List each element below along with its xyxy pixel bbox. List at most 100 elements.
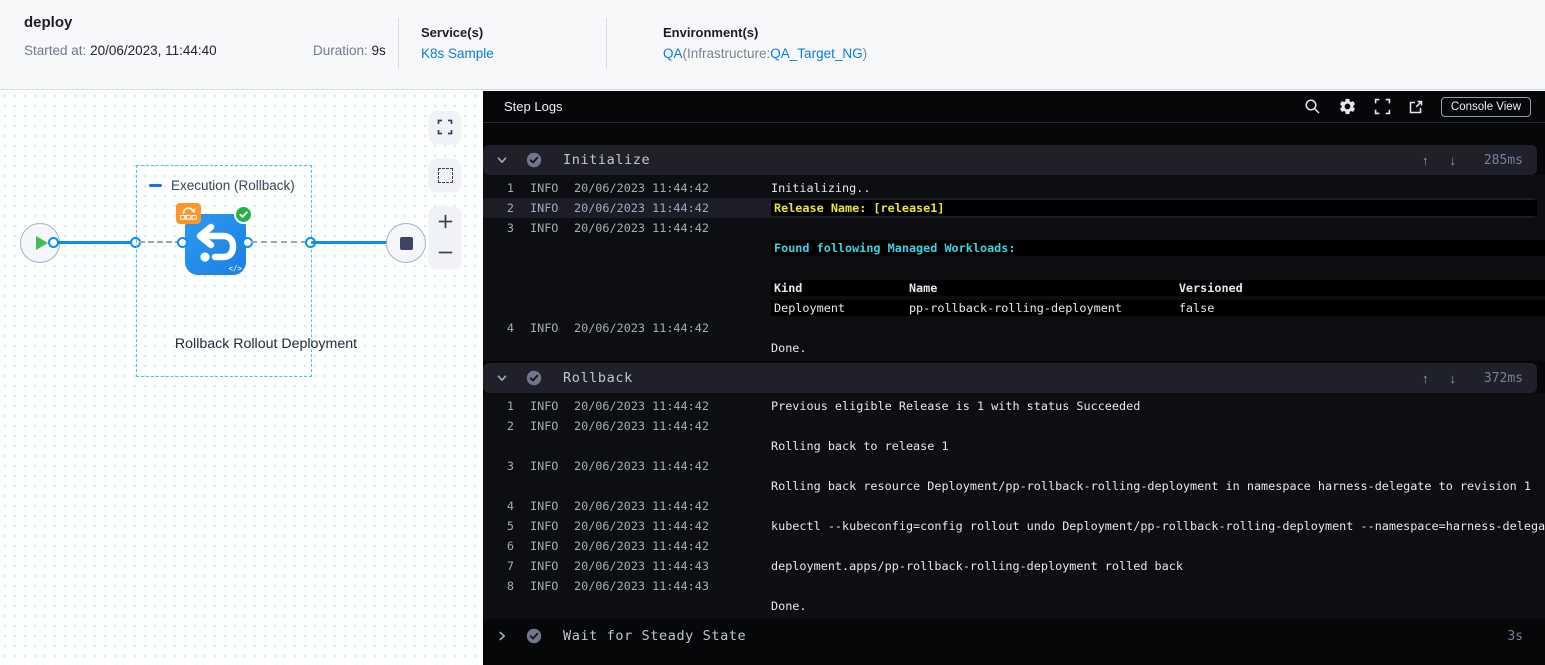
environment-link[interactable]: QA(Infrastructure:QA_Target_NG) — [663, 46, 867, 61]
log-timestamp: 20/06/2023 11:44:42 — [574, 459, 709, 473]
log-level: INFO — [530, 579, 559, 593]
marquee-select-button[interactable] — [429, 159, 461, 191]
log-settings-gear-icon[interactable] — [1338, 97, 1357, 116]
log-level: INFO — [530, 321, 559, 335]
plus-icon — [438, 214, 452, 229]
log-row: 5 INFO 20/06/2023 11:44:42 kubectl --kubeco… — [483, 516, 1545, 536]
expand-logs-icon[interactable] — [1374, 98, 1391, 115]
zoom-out-button[interactable] — [429, 238, 461, 268]
line-number: 4 — [506, 321, 514, 335]
line-number: 2 — [506, 419, 514, 433]
check-circle-icon — [526, 152, 542, 168]
section-title: Wait for Steady State — [563, 628, 747, 644]
log-level: INFO — [530, 539, 559, 553]
open-in-new-tab-icon[interactable] — [1408, 99, 1424, 115]
check-circle-icon — [526, 370, 542, 386]
log-row: 7 INFO 20/06/2023 11:44:43 deployment.apps/… — [483, 556, 1545, 576]
log-row: 4 INFO 20/06/2023 11:44:42 — [483, 496, 1545, 516]
scroll-to-top-icon[interactable]: ↑ — [1422, 371, 1429, 386]
log-level: INFO — [530, 519, 559, 533]
log-row: 2 INFO 20/06/2023 11:44:42 — [483, 416, 1545, 436]
log-timestamp: 20/06/2023 11:44:42 — [574, 399, 709, 413]
section-log-rows: 1 INFO 20/06/2023 11:44:42 Previous eligibl… — [483, 393, 1545, 619]
section-log-rows: 1 INFO 20/06/2023 11:44:42 Initializing.. 2 I… — [483, 175, 1545, 361]
log-timestamp: 20/06/2023 11:44:42 — [574, 321, 709, 335]
edge-end — [311, 241, 388, 244]
log-message: Initializing.. — [771, 181, 871, 195]
log-message: Rolling back resource Deployment/pp-roll… — [771, 479, 1531, 493]
log-message: Found following Managed Workloads: — [771, 240, 1545, 256]
execution-header: deploy Started at: 20/06/2023, 11:44:40 … — [0, 0, 1545, 90]
log-row — [483, 258, 1545, 278]
log-sections: Initialize ↑ ↓ 285ms 1 INFO 20/06/2023 11:44:4… — [483, 123, 1545, 664]
console-view-button[interactable]: Console View — [1440, 96, 1531, 117]
line-number: 3 — [506, 221, 514, 235]
link-point — [48, 237, 59, 248]
log-level: INFO — [530, 459, 559, 473]
log-timestamp: 20/06/2023 11:44:42 — [574, 201, 709, 215]
zoom-controls — [429, 206, 461, 268]
line-number: 1 — [506, 181, 514, 195]
log-level: INFO — [530, 499, 559, 513]
edge-dashed — [139, 241, 181, 243]
log-message: kubectl --kubeconfig=config rollout undo… — [771, 519, 1545, 533]
log-timestamp: 20/06/2023 11:44:42 — [574, 499, 709, 513]
services-block: Service(s) K8s Sample — [421, 25, 494, 61]
stage-execution-rollback[interactable]: Execution (Rollback) </> Rollback Rollou… — [136, 165, 357, 377]
log-row: 3 INFO 20/06/2023 11:44:42 — [483, 456, 1545, 476]
log-section: Rollback ↑ ↓ 372ms 1 INFO 20/06/2023 11:44:42 P… — [483, 363, 1545, 619]
log-level: INFO — [530, 221, 559, 235]
minus-icon — [438, 251, 452, 254]
marquee-icon — [437, 167, 453, 183]
section-title: Initialize — [563, 152, 651, 168]
log-row: 3 INFO 20/06/2023 11:44:42 — [483, 218, 1545, 238]
step-logs-title: Step Logs — [504, 99, 563, 114]
log-timestamp: 20/06/2023 11:44:43 — [574, 579, 709, 593]
pipeline-name: deploy — [24, 14, 73, 31]
step-logs-panel: Step Logs Console View Initialize ↑ ↓ 285ms… — [483, 91, 1545, 665]
log-message: Deployment pp-rollback-rolling-deploymen… — [771, 300, 1545, 316]
log-message: deployment.apps/pp-rollback-rolling-depl… — [771, 559, 1183, 573]
environments-block: Environment(s) QA(Infrastructure:QA_Targ… — [663, 25, 867, 61]
log-level: INFO — [530, 419, 559, 433]
started-at: Started at: 20/06/2023, 11:44:40 — [24, 43, 217, 58]
log-message: Kind Name Versioned — [771, 280, 1545, 296]
chevron-right-icon[interactable] — [495, 629, 509, 643]
line-number: 1 — [506, 399, 514, 413]
line-number: 3 — [506, 459, 514, 473]
chevron-down-icon[interactable] — [495, 371, 509, 385]
line-number: 8 — [506, 579, 514, 593]
header-divider — [398, 18, 399, 68]
service-link[interactable]: K8s Sample — [421, 46, 494, 61]
pipeline-canvas[interactable]: Execution (Rollback) </> Rollback Rollou… — [0, 91, 483, 665]
line-number: 2 — [506, 201, 514, 215]
log-row: 2 INFO 20/06/2023 11:44:42 Release Name: [r… — [483, 198, 1537, 218]
header-divider — [606, 18, 607, 68]
log-section-header[interactable]: Initialize ↑ ↓ 285ms — [483, 145, 1537, 175]
log-level: INFO — [530, 399, 559, 413]
log-level: INFO — [530, 559, 559, 573]
section-duration: 372ms — [1483, 370, 1523, 386]
chevron-down-icon[interactable] — [495, 153, 509, 167]
zoom-in-button[interactable] — [429, 207, 461, 237]
fit-to-screen-button[interactable] — [429, 111, 461, 143]
log-message: Previous eligible Release is 1 with stat… — [771, 399, 1141, 413]
section-duration: 3s — [1507, 628, 1523, 644]
scroll-to-bottom-icon[interactable]: ↓ — [1450, 371, 1457, 386]
search-icon[interactable] — [1304, 98, 1321, 115]
log-row: Rolling back resource Deployment/pp-roll… — [483, 476, 1545, 496]
collapse-stage-icon[interactable] — [149, 184, 162, 187]
step-rollback-rollout-deployment[interactable]: </> Rollback Rollout Deployment — [175, 203, 357, 352]
scroll-to-top-icon[interactable]: ↑ — [1422, 153, 1429, 168]
edge-dashed — [251, 241, 307, 243]
fullscreen-icon — [437, 119, 453, 135]
log-message: Release Name: [release1] — [771, 200, 1537, 216]
log-row: 1 INFO 20/06/2023 11:44:42 Previous eligibl… — [483, 396, 1545, 416]
end-node[interactable] — [386, 223, 426, 263]
scroll-to-bottom-icon[interactable]: ↓ — [1450, 153, 1457, 168]
log-row: Kind Name Versioned — [483, 278, 1545, 298]
log-section-header[interactable]: Wait for Steady State 3s — [483, 621, 1537, 651]
log-level: INFO — [530, 201, 559, 215]
line-number: 7 — [506, 559, 514, 573]
log-section-header[interactable]: Rollback ↑ ↓ 372ms — [483, 363, 1537, 393]
